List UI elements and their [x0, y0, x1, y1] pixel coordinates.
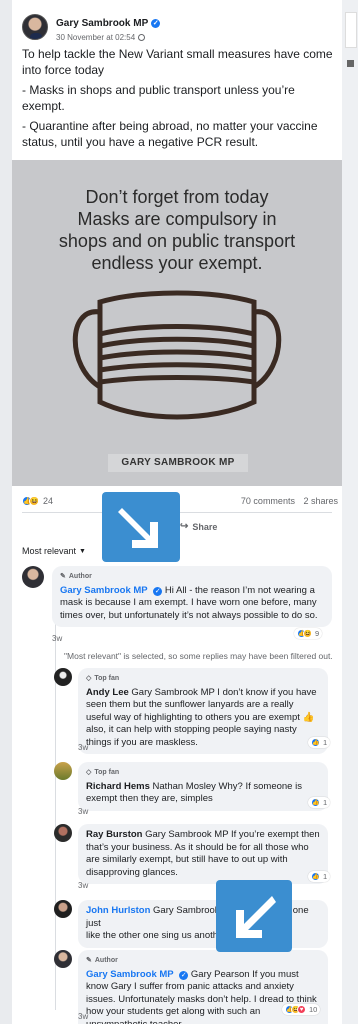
share-button[interactable]: ↪ Share [180, 521, 217, 532]
share-label: Share [192, 521, 218, 532]
post-image[interactable]: Don’t forget from today Masks are compul… [12, 160, 342, 486]
arrow-down-left-icon [216, 880, 292, 952]
verified-badge-icon: ✓ [179, 970, 189, 980]
comment-reaction-count: 1 [323, 738, 328, 747]
comment-time[interactable]: 3w [52, 634, 62, 643]
post-header-text: Gary Sambrook MP ✓ 30 November at 02:54 [56, 13, 161, 42]
commenter-avatar[interactable] [54, 824, 72, 842]
haha-reaction-icon: 😆 [303, 629, 312, 638]
comment-reaction-count: 1 [323, 872, 328, 881]
comment-time[interactable]: 3w [78, 743, 88, 752]
comment: ✎ Author Gary Sambrook MP ✓ Hi All - the … [22, 566, 332, 627]
diamond-icon: ◇ [86, 675, 92, 682]
badge-label: Top fan [94, 769, 120, 776]
commenter-avatar[interactable] [54, 762, 72, 780]
commenter-avatar[interactable] [54, 900, 72, 918]
like-reaction-icon: 👍 [311, 738, 320, 747]
globe-icon [138, 33, 146, 41]
post-card: Gary Sambrook MP ✓ 30 November at 02:54 … [12, 0, 342, 1024]
like-reaction-icon: 👍 [311, 798, 320, 807]
post-stats: 70 comments 2 shares [241, 496, 338, 506]
commenter-name[interactable]: Ray Burston [86, 829, 142, 840]
comment-reaction-count: 10 [309, 1005, 318, 1014]
like-reaction-icon: 👍 [311, 872, 320, 881]
diamond-icon: ◇ [86, 769, 92, 776]
comment-reaction-count: 1 [323, 798, 328, 807]
post-body: To help tackle the New Variant small mea… [22, 46, 340, 154]
image-caption-line: shops and on public transport [58, 231, 296, 251]
comment: ◇ Top fan Andy Lee Gary Sambrook MP I don… [54, 668, 328, 754]
commenter-name[interactable]: John Hurlston [86, 905, 150, 916]
image-banner: GARY SAMBROOK MP [108, 454, 248, 472]
comment-bubble: ◇ Top fan Andy Lee Gary Sambrook MP I don… [78, 668, 328, 754]
share-icon: ↪ [180, 521, 189, 532]
commenter-avatar[interactable] [22, 566, 44, 588]
comment: ◇ Top fan Richard Hems Nathan Mosley Why?… [54, 762, 328, 811]
pencil-icon: ✎ [60, 573, 66, 580]
image-caption-line: Don’t forget from today [85, 187, 269, 207]
badge-label: Author [94, 957, 118, 964]
post-author[interactable]: Gary Sambrook MP ✓ [56, 18, 161, 29]
commenter-name[interactable]: Richard Hems [86, 781, 150, 792]
post-body-line: - Masks in shops and public transport un… [22, 83, 295, 113]
comment-reactions[interactable]: 👍 1 [308, 871, 331, 882]
caret-down-icon: ▼ [79, 547, 86, 555]
gutter-box [345, 12, 357, 48]
badge-label: Top fan [94, 675, 120, 682]
commenter-name[interactable]: Gary Sambrook MP [86, 969, 174, 980]
arrow-down-right-icon [102, 492, 180, 562]
comment-reactions[interactable]: 👍 😆 9 [294, 628, 323, 639]
comment-reactions[interactable]: 👍 😆 ♥ 10 [282, 1004, 321, 1015]
badge-label: Author [68, 573, 92, 580]
image-caption-line: Masks are compulsory in [77, 209, 277, 229]
comment-time[interactable]: 3w [78, 807, 88, 816]
image-caption-line: endless your exempt. [91, 253, 263, 273]
comment-reaction-count: 9 [315, 629, 320, 638]
sort-label: Most relevant [22, 546, 77, 556]
comment-text: like the other one sing us anothe [86, 930, 224, 941]
author-badge: ✎ Author [86, 955, 320, 968]
post-reactions-bar: 👍 😆 24 70 comments 2 shares [22, 494, 338, 508]
commenter-avatar[interactable] [54, 668, 72, 686]
top-fan-badge: ◇ Top fan [86, 673, 320, 686]
image-caption: Don’t forget from today Masks are compul… [12, 186, 342, 274]
gutter-square [347, 60, 354, 67]
comments-count[interactable]: 70 comments [241, 496, 295, 506]
post-body-line: - Quarantine after being abroad, no matt… [22, 119, 318, 149]
reactions-count[interactable]: 24 [43, 496, 53, 506]
comment: Ray Burston Gary Sambrook MP If you’re e… [54, 824, 328, 884]
haha-reaction-icon[interactable]: 😆 [29, 496, 39, 506]
post-body-line: To help tackle the New Variant small mea… [22, 47, 333, 77]
comment-bubble: Ray Burston Gary Sambrook MP If you’re e… [78, 824, 328, 884]
comment-time[interactable]: 3w [78, 881, 88, 890]
author-badge: ✎ Author [60, 571, 324, 584]
comment-time[interactable]: 3w [78, 1012, 88, 1021]
comment-bubble: ◇ Top fan Richard Hems Nathan Mosley Why?… [78, 762, 328, 811]
post-header: Gary Sambrook MP ✓ 30 November at 02:54 [22, 10, 161, 44]
comment-sort-dropdown[interactable]: Most relevant ▼ [22, 546, 86, 556]
commenter-avatar[interactable] [54, 950, 72, 968]
love-reaction-icon: ♥ [297, 1005, 306, 1014]
comment-reactions[interactable]: 👍 1 [308, 797, 331, 808]
comment-reactions[interactable]: 👍 1 [308, 737, 331, 748]
post-timestamp[interactable]: 30 November at 02:54 [56, 33, 160, 42]
author-avatar[interactable] [22, 14, 48, 40]
pencil-icon: ✎ [86, 957, 92, 964]
verified-badge-icon: ✓ [151, 18, 161, 28]
right-gutter [342, 0, 358, 1024]
commenter-name[interactable]: Gary Sambrook MP [60, 585, 148, 596]
face-mask-icon [72, 290, 282, 420]
comment-bubble: ✎ Author Gary Sambrook MP ✓ Hi All - the … [52, 566, 332, 627]
filter-note: "Most relevant" is selected, so some rep… [64, 651, 333, 661]
shares-count[interactable]: 2 shares [303, 496, 338, 506]
verified-badge-icon: ✓ [153, 586, 163, 596]
post-author-name[interactable]: Gary Sambrook MP [56, 18, 148, 29]
top-fan-badge: ◇ Top fan [86, 767, 320, 780]
commenter-name[interactable]: Andy Lee [86, 687, 129, 698]
post-timestamp-text[interactable]: 30 November at 02:54 [56, 33, 135, 42]
